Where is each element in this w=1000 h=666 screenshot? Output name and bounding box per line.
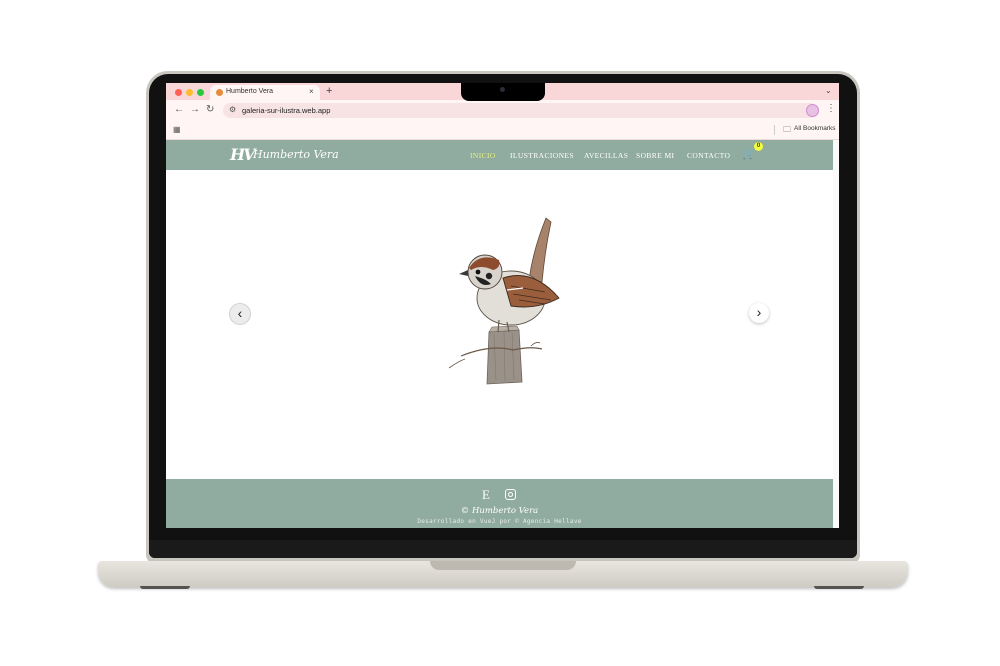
nav-inicio[interactable]: INICIO [470,151,496,160]
cart-count-badge: 0 [754,142,763,151]
footer-copyright: © Humberto Vera [460,506,539,516]
forward-icon[interactable]: → [190,104,200,115]
logo-monogram[interactable]: HV [230,145,255,164]
site-header: HV Humberto Vera INICIO ILUSTRACIONES AV… [166,140,833,170]
laptop-foot-left [140,586,190,589]
nav-contacto[interactable]: CONTACTO [687,151,730,160]
bookmarks-bar: ▦ 🗀 All Bookmarks [166,121,839,140]
favicon-icon [216,89,223,96]
nav-avecillas[interactable]: AVECILLAS [584,151,628,160]
folder-icon[interactable]: 🗀 [783,124,791,138]
close-window-button[interactable] [175,89,182,96]
browser-tab[interactable]: Humberto Vera × [210,85,320,100]
maximize-window-button[interactable] [197,89,204,96]
screen-chin [149,540,857,558]
browser-window: Humberto Vera × + ⌄ ← → ↻ ⚙ galeria-sur-… [166,83,839,528]
site-settings-icon[interactable]: ⚙ [229,105,236,114]
etsy-icon[interactable]: E [482,487,490,503]
cart-icon[interactable]: 🛒 [742,147,756,160]
toolbar: ← → ↻ ⚙ galeria-sur-ilustra.web.app ☆ ⋮ [166,100,839,121]
tab-close-button[interactable]: × [309,87,314,96]
hero-carousel: ‹ › [166,170,833,479]
profile-icon[interactable] [806,104,819,117]
scrollbar-track[interactable] [833,140,839,528]
camera-icon [500,87,505,92]
bookmarks-separator [774,125,775,135]
camera-notch [461,83,545,101]
nav-ilustraciones[interactable]: ILUSTRACIONES [510,151,574,160]
all-bookmarks-link[interactable]: All Bookmarks [794,125,836,132]
back-icon[interactable]: ← [174,104,184,115]
new-tab-button[interactable]: + [326,85,332,97]
laptop-opening-notch [430,561,576,570]
url-text[interactable]: galeria-sur-ilustra.web.app [242,106,330,115]
nav-sobre-mi[interactable]: SOBRE MI [636,151,674,160]
apps-icon[interactable]: ▦ [173,125,181,134]
sparrow-illustration [448,217,560,385]
laptop-foot-right [814,586,864,589]
carousel-next-button[interactable]: › [749,303,769,323]
logo-text[interactable]: Humberto Vera [253,148,339,161]
tab-search-icon[interactable]: ⌄ [825,86,832,95]
minimize-window-button[interactable] [186,89,193,96]
menu-icon[interactable]: ⋮ [826,103,836,114]
instagram-icon[interactable] [505,489,516,500]
site-footer: E © Humberto Vera Desarrollado en VueJ p… [166,479,833,528]
reload-icon[interactable]: ↻ [206,104,214,115]
footer-developer-credit: Desarrollado en VueJ por © Agencia Hella… [417,518,582,525]
address-bar[interactable]: ⚙ galeria-sur-ilustra.web.app ☆ [223,103,818,118]
carousel-prev-button[interactable]: ‹ [229,303,251,325]
tab-title: Humberto Vera [226,88,274,95]
